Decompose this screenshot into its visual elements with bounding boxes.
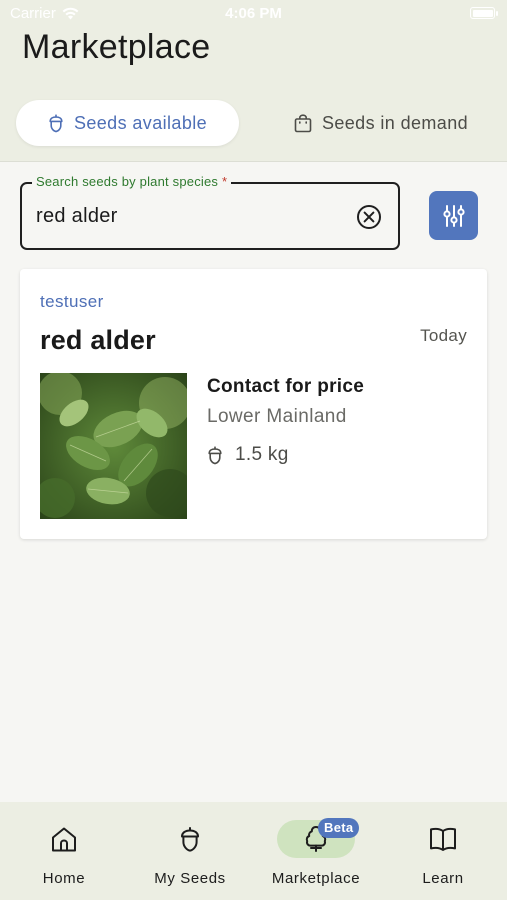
status-time: 4:06 PM [225, 5, 282, 22]
filter-button[interactable] [429, 191, 478, 240]
header: Carrier 4:06 PM Marketplace Seeds availa… [0, 0, 507, 162]
shopping-bag-icon [294, 113, 312, 132]
clear-search-button[interactable] [356, 204, 382, 230]
search-input[interactable]: Search seeds by plant species * red alde… [20, 174, 400, 250]
search-label-text: Search seeds by plant species [36, 174, 219, 189]
bottom-nav: Home My Seeds Beta Marketplace Learn [0, 802, 507, 900]
page-title: Marketplace [22, 28, 211, 66]
book-icon [430, 827, 456, 851]
listing-card[interactable]: testuser red alder Today Contact for pri… [20, 269, 487, 539]
acorn-icon [49, 113, 63, 132]
battery-icon [470, 7, 498, 19]
beta-badge: Beta [318, 818, 360, 838]
listing-user[interactable]: testuser [40, 292, 104, 312]
nav-label-learn: Learn [422, 870, 464, 887]
required-mark: * [221, 174, 228, 189]
nav-label-marketplace: Marketplace [271, 870, 361, 887]
home-icon [52, 827, 76, 851]
tab-seeds-available-label: Seeds available [73, 112, 208, 133]
listing-title: red alder [40, 325, 156, 355]
nav-label-home: Home [42, 870, 86, 887]
nav-item-marketplace[interactable]: Beta Marketplace [253, 802, 379, 900]
tab-seeds-available[interactable]: Seeds available [16, 100, 239, 146]
acorn-icon [208, 445, 222, 464]
tab-seeds-in-demand[interactable]: Seeds in demand [270, 100, 492, 146]
acorn-icon [181, 826, 199, 852]
search-value[interactable]: red alder [36, 205, 118, 228]
listing-quantity-value: 1.5 kg [235, 444, 289, 465]
search-label: Search seeds by plant species * [32, 174, 232, 189]
listing-price: Contact for price [207, 376, 365, 397]
listing-photo [40, 373, 187, 519]
nav-item-learn[interactable]: Learn [380, 802, 506, 900]
nav-item-home[interactable]: Home [1, 802, 127, 900]
listing-location: Lower Mainland [207, 406, 347, 427]
tab-seeds-in-demand-label: Seeds in demand [321, 112, 469, 133]
nav-item-my-seeds[interactable]: My Seeds [127, 802, 253, 900]
listing-quantity: 1.5 kg [207, 444, 289, 466]
nav-label-my-seeds: My Seeds [154, 870, 226, 887]
clear-circle-icon [357, 205, 381, 229]
sliders-icon [442, 204, 465, 227]
listing-date: Today [420, 326, 467, 345]
status-bar: Carrier 4:06 PM [0, 0, 507, 28]
